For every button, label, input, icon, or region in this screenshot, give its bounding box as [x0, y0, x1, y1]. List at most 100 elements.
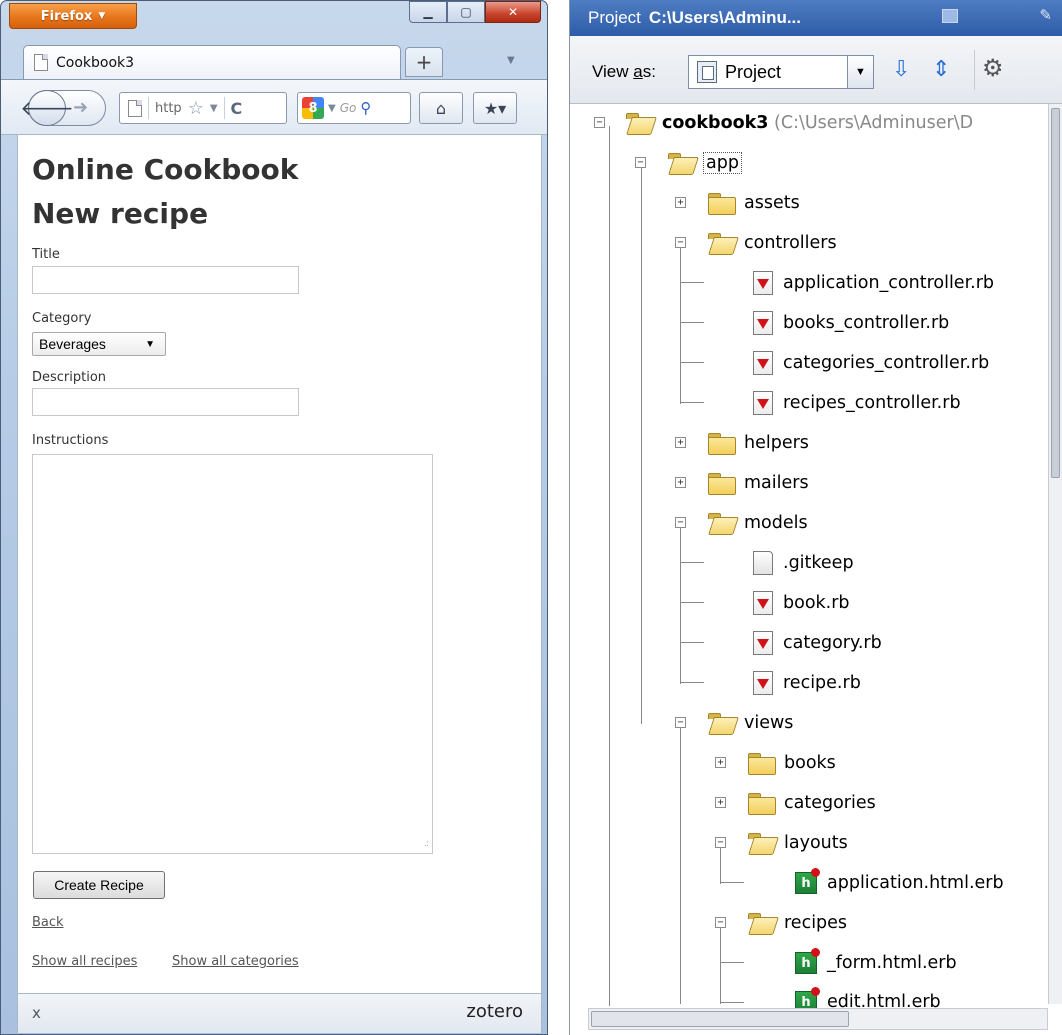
- category-select[interactable]: Beverages ▼: [32, 332, 166, 356]
- category-label: Category: [32, 311, 92, 326]
- google-icon[interactable]: 8: [302, 97, 324, 119]
- tree-connector: [680, 402, 704, 403]
- tree-node-label: categories_controller.rb: [783, 353, 990, 373]
- show-all-categories-link[interactable]: Show all categories: [172, 954, 299, 969]
- zotero-button[interactable]: zotero: [466, 1001, 523, 1022]
- chevron-down-icon[interactable]: ▼: [847, 56, 873, 88]
- tab-cookbook3[interactable]: Cookbook3: [23, 45, 401, 79]
- collapse-icon[interactable]: −: [675, 237, 686, 248]
- tree-node-assets[interactable]: assets: [708, 189, 800, 217]
- firefox-menu-button[interactable]: Firefox ▼: [9, 3, 137, 29]
- title-input[interactable]: [32, 266, 299, 294]
- expand-icon[interactable]: +: [715, 797, 726, 808]
- view-as-label-post: s:: [642, 62, 656, 81]
- forward-button[interactable]: ➜: [73, 97, 88, 118]
- url-history-dropdown-icon[interactable]: ▼: [210, 103, 218, 114]
- collapse-icon[interactable]: −: [675, 517, 686, 528]
- float-panel-icon[interactable]: [942, 9, 958, 23]
- tree-node-models[interactable]: models: [708, 509, 808, 537]
- minimize-button[interactable]: ▁: [409, 1, 447, 23]
- tree-node-file[interactable]: recipe.rb: [753, 669, 861, 697]
- horizontal-scrollbar[interactable]: [588, 1008, 1048, 1030]
- gear-icon[interactable]: ⚙: [982, 54, 1004, 83]
- folder-open-icon: [748, 833, 774, 853]
- tree-node-label: controllers: [744, 233, 837, 253]
- pin-icon[interactable]: ✎: [1039, 6, 1052, 24]
- tree-node-file[interactable]: category.rb: [753, 629, 882, 657]
- resize-grip-icon[interactable]: .:: [424, 839, 429, 849]
- tree-connector: [720, 1002, 744, 1003]
- create-recipe-button[interactable]: Create Recipe: [33, 871, 165, 899]
- tree-node-recipes[interactable]: recipes: [748, 909, 847, 937]
- tree-node-controllers[interactable]: controllers: [708, 229, 837, 257]
- tree-node-layouts[interactable]: layouts: [748, 829, 848, 857]
- scrollbar-thumb[interactable]: [591, 1011, 849, 1027]
- collapse-all-icon[interactable]: ⇕: [932, 56, 950, 82]
- scrollbar-thumb[interactable]: [1051, 108, 1060, 478]
- expand-icon[interactable]: +: [675, 477, 686, 488]
- maximize-button[interactable]: ▢: [447, 1, 485, 23]
- search-engine-dropdown-icon[interactable]: ▼: [328, 103, 336, 114]
- navigation-toolbar: 🡐 ➜ http ☆ ▼ C 8 ▼ Go ⚲ ⌂ ★▾: [1, 79, 547, 135]
- collapse-icon[interactable]: −: [594, 117, 605, 128]
- tree-node-file[interactable]: h application.html.erb: [795, 868, 1004, 897]
- panel-title-path: C:\Users\Adminu...: [648, 8, 802, 27]
- tree-node-file[interactable]: book.rb: [753, 589, 850, 617]
- expand-icon[interactable]: +: [715, 757, 726, 768]
- instructions-label: Instructions: [32, 433, 109, 448]
- tree-node-file[interactable]: h _form.html.erb: [795, 948, 957, 977]
- tree-node-views[interactable]: views: [708, 709, 793, 737]
- search-bar[interactable]: 8 ▼ Go ⚲: [297, 92, 411, 124]
- tree-node-app[interactable]: app: [668, 149, 742, 177]
- collapse-icon[interactable]: −: [635, 157, 646, 168]
- url-separator: [148, 97, 149, 119]
- tree-node-helpers[interactable]: helpers: [708, 429, 809, 457]
- list-all-tabs-icon[interactable]: ▼: [507, 55, 515, 66]
- scroll-from-source-icon[interactable]: ⇩: [892, 56, 910, 82]
- tree-node-file[interactable]: books_controller.rb: [753, 309, 949, 337]
- tree-node-label: application.html.erb: [827, 873, 1004, 893]
- tree-node-label: views: [744, 713, 794, 733]
- tree-node-books[interactable]: books: [748, 749, 836, 777]
- tree-node-label: categories: [784, 793, 876, 813]
- folder-icon: [708, 473, 736, 495]
- view-as-combo[interactable]: Project ▼: [688, 55, 874, 89]
- close-addon-bar-button[interactable]: x: [32, 1004, 41, 1022]
- tree-node-label: recipe.rb: [783, 673, 861, 693]
- tree-node-mailers[interactable]: mailers: [708, 469, 809, 497]
- collapse-icon[interactable]: −: [675, 717, 686, 728]
- back-link[interactable]: Back: [32, 915, 64, 930]
- tree-node-label: books: [784, 753, 836, 773]
- tree-node-label: recipes_controller.rb: [783, 393, 961, 413]
- tree-node-label: books_controller.rb: [783, 313, 950, 333]
- project-tree: − cookbook3 (C:\Users\Adminuser\D − app …: [570, 104, 1050, 1013]
- expand-icon[interactable]: +: [675, 437, 686, 448]
- tree-node-file[interactable]: categories_controller.rb: [753, 349, 989, 377]
- description-input[interactable]: [32, 388, 299, 416]
- tree-node-file[interactable]: application_controller.rb: [753, 269, 994, 297]
- vertical-scrollbar[interactable]: [1048, 104, 1062, 1004]
- reload-icon[interactable]: C: [231, 99, 243, 118]
- show-all-recipes-link[interactable]: Show all recipes: [32, 954, 137, 969]
- home-button[interactable]: ⌂: [419, 92, 463, 124]
- instructions-textarea[interactable]: .:: [32, 454, 433, 854]
- tree-node-cookbook3[interactable]: cookbook3 (C:\Users\Adminuser\D: [626, 109, 973, 137]
- folder-icon: [748, 793, 776, 815]
- tree-node-file[interactable]: recipes_controller.rb: [753, 389, 961, 417]
- tree-connector: [680, 322, 704, 323]
- tree-node-file[interactable]: .gitkeep: [753, 549, 854, 577]
- tree-node-categories[interactable]: categories: [748, 789, 876, 817]
- collapse-icon[interactable]: −: [715, 837, 726, 848]
- collapse-icon[interactable]: −: [715, 917, 726, 928]
- url-bar[interactable]: http ☆ ▼ C: [119, 92, 287, 124]
- bookmarks-button[interactable]: ★▾: [473, 92, 517, 124]
- close-window-button[interactable]: ✕: [485, 1, 541, 23]
- firefox-window: Firefox ▼ ▁ ▢ ✕ Cookbook3 + ▼ 🡐 ➜ http ☆…: [0, 0, 548, 1035]
- search-icon[interactable]: ⚲: [360, 99, 371, 117]
- new-tab-button[interactable]: +: [405, 47, 443, 77]
- file-icon: [753, 551, 773, 575]
- bookmark-star-icon[interactable]: ☆: [188, 98, 204, 119]
- ruby-file-icon: [753, 631, 773, 655]
- back-button[interactable]: 🡐: [20, 90, 74, 126]
- expand-icon[interactable]: +: [675, 197, 686, 208]
